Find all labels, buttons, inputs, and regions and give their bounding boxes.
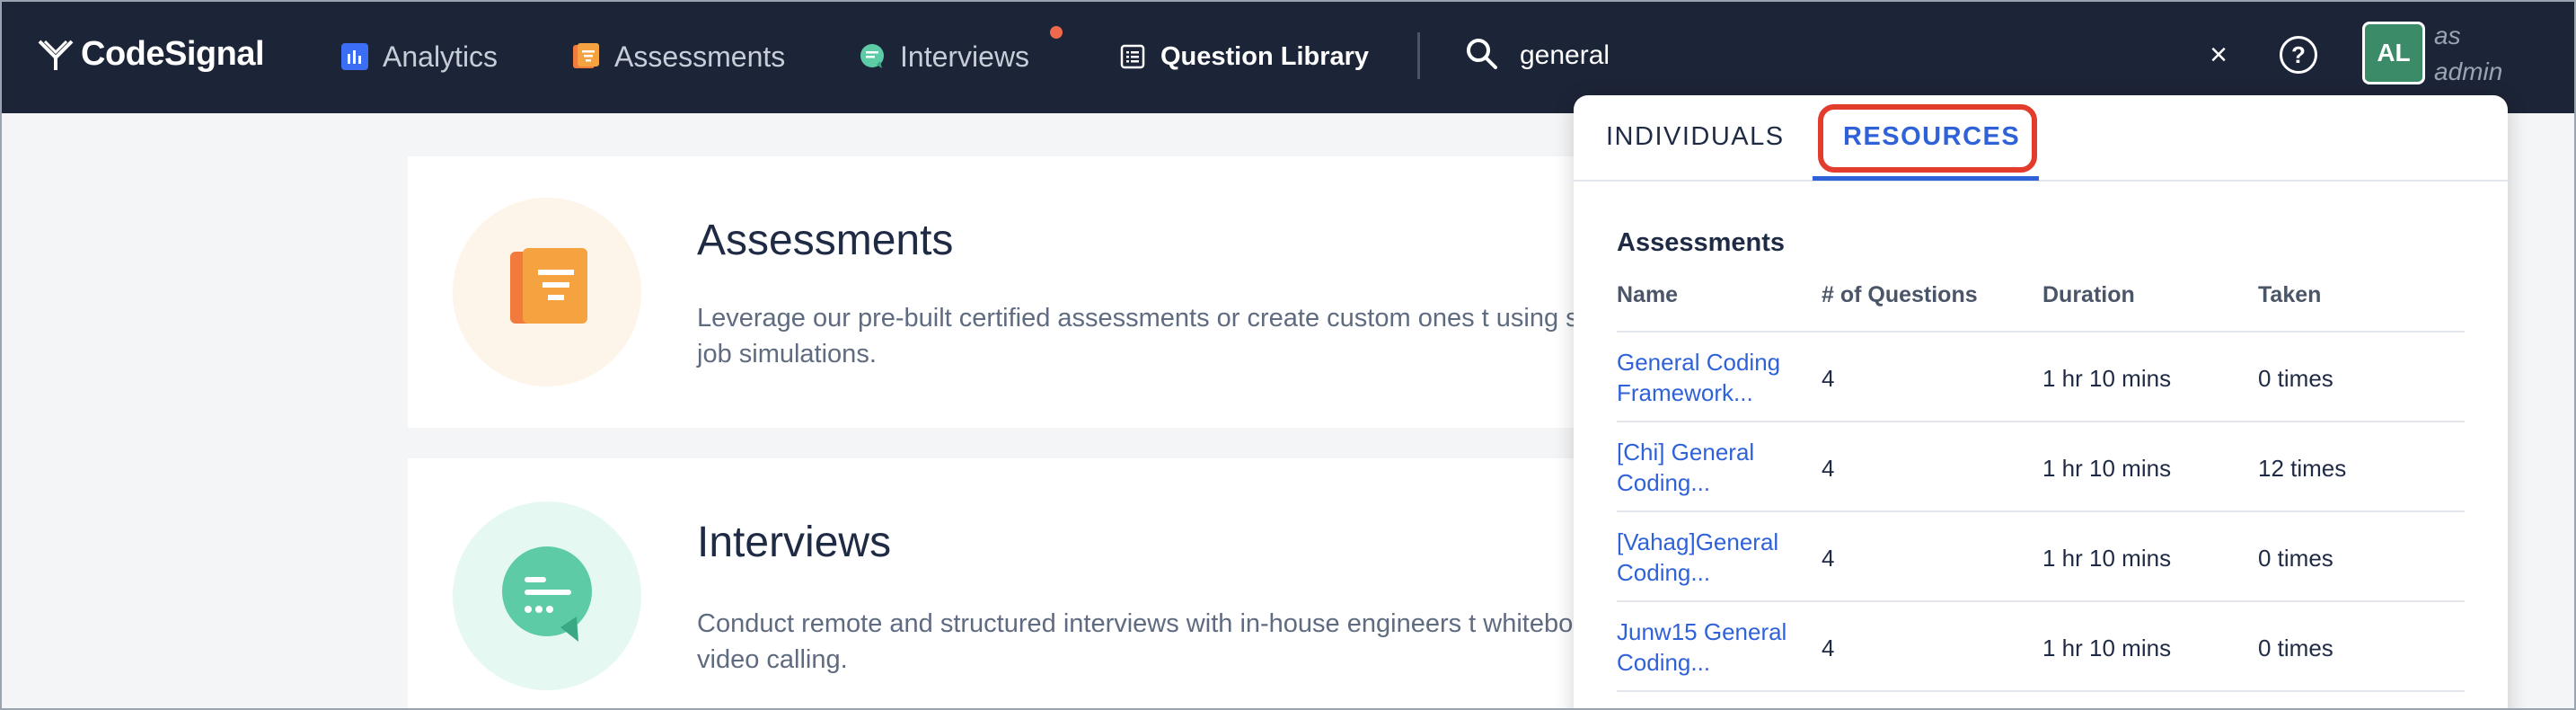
column-header-duration: Duration <box>2042 282 2135 307</box>
duration: 1 hr 10 mins <box>2042 635 2172 661</box>
search-bar[interactable] <box>1464 29 2201 83</box>
interviews-card-icon-wrap <box>453 501 641 690</box>
search-results-dropdown: INDIVIDUALS RESOURCES Assessments Name #… <box>1574 95 2508 708</box>
logo-text: CodeSignal <box>81 34 265 73</box>
table-row[interactable]: Junw15 General Coding... 4 1 hr 10 mins … <box>1617 600 2465 690</box>
assessment-name-link[interactable]: [Vahag]General Coding... <box>1617 527 1805 588</box>
assessment-name-link[interactable]: [Chi] General Coding... <box>1617 437 1805 498</box>
table-row[interactable]: [Chi] General Coding... 4 1 hr 10 mins 1… <box>1617 421 2465 510</box>
question-library-icon <box>1119 43 1146 70</box>
nav-analytics[interactable]: Analytics <box>341 34 498 79</box>
question-count: 4 <box>1822 365 1835 392</box>
interviews-icon <box>859 43 886 70</box>
tab-individuals[interactable]: INDIVIDUALS <box>1606 122 1785 152</box>
results-tabs: INDIVIDUALS RESOURCES <box>1574 95 2508 182</box>
times-taken: 12 times <box>2258 455 2347 482</box>
codesignal-logo[interactable]: CodeSignal <box>36 34 265 74</box>
table-row-divider <box>1617 690 2465 708</box>
codesignal-logo-icon <box>38 40 74 70</box>
nav-divider <box>1417 32 1420 79</box>
question-count: 4 <box>1822 635 1835 661</box>
column-header-name: Name <box>1617 282 1679 307</box>
times-taken: 0 times <box>2258 365 2333 392</box>
analytics-icon <box>341 43 368 70</box>
duration: 1 hr 10 mins <box>2042 365 2172 392</box>
nav-interviews[interactable]: Interviews <box>859 34 1029 79</box>
search-icon <box>1464 36 1500 76</box>
question-count: 4 <box>1822 455 1835 482</box>
nav-assessments-label: Assessments <box>614 40 786 73</box>
assessments-card-icon-wrap <box>453 198 641 386</box>
help-icon: ? <box>2291 40 2306 68</box>
tab-resources[interactable]: RESOURCES <box>1843 122 2020 152</box>
chat-bubble-icon <box>502 546 592 642</box>
avatar-initials: AL <box>2377 39 2411 67</box>
column-header-questions: # of Questions <box>1822 282 1978 307</box>
table-row[interactable]: General Coding Framework... 4 1 hr 10 mi… <box>1617 331 2465 421</box>
help-button[interactable]: ? <box>2280 36 2317 74</box>
app-window: CodeSignal Analytics Assessments Intervi… <box>0 0 2576 710</box>
assessment-document-icon <box>510 248 587 324</box>
clear-search-button[interactable]: × <box>2201 34 2236 75</box>
notification-dot <box>1050 26 1063 39</box>
times-taken: 0 times <box>2258 545 2333 572</box>
nav-analytics-label: Analytics <box>383 40 498 73</box>
nav-interviews-label: Interviews <box>900 40 1030 73</box>
nav-assessments[interactable]: Assessments <box>573 34 785 79</box>
column-header-taken: Taken <box>2258 282 2322 307</box>
assessment-name-link[interactable]: General Coding Framework... <box>1617 347 1805 408</box>
duration: 1 hr 10 mins <box>2042 545 2172 572</box>
nav-question-library-label: Question Library <box>1160 41 1370 71</box>
assessment-name-link[interactable]: Junw15 General Coding... <box>1617 617 1805 678</box>
user-role-label: as admin <box>2434 22 2503 85</box>
assessments-icon <box>573 43 600 70</box>
close-icon: × <box>2210 37 2228 72</box>
question-count: 4 <box>1822 545 1835 572</box>
assessments-card-title: Assessments <box>697 217 954 264</box>
active-tab-underline <box>1813 176 2039 181</box>
times-taken: 0 times <box>2258 635 2333 661</box>
interviews-card-title: Interviews <box>697 519 892 566</box>
nav-question-library[interactable]: Question Library <box>1119 34 1369 79</box>
avatar[interactable]: AL <box>2362 22 2425 84</box>
table-row[interactable]: [Vahag]General Coding... 4 1 hr 10 mins … <box>1617 510 2465 600</box>
search-input[interactable] <box>1520 40 2148 71</box>
results-section-title: Assessments <box>1617 228 1785 257</box>
duration: 1 hr 10 mins <box>2042 455 2172 482</box>
